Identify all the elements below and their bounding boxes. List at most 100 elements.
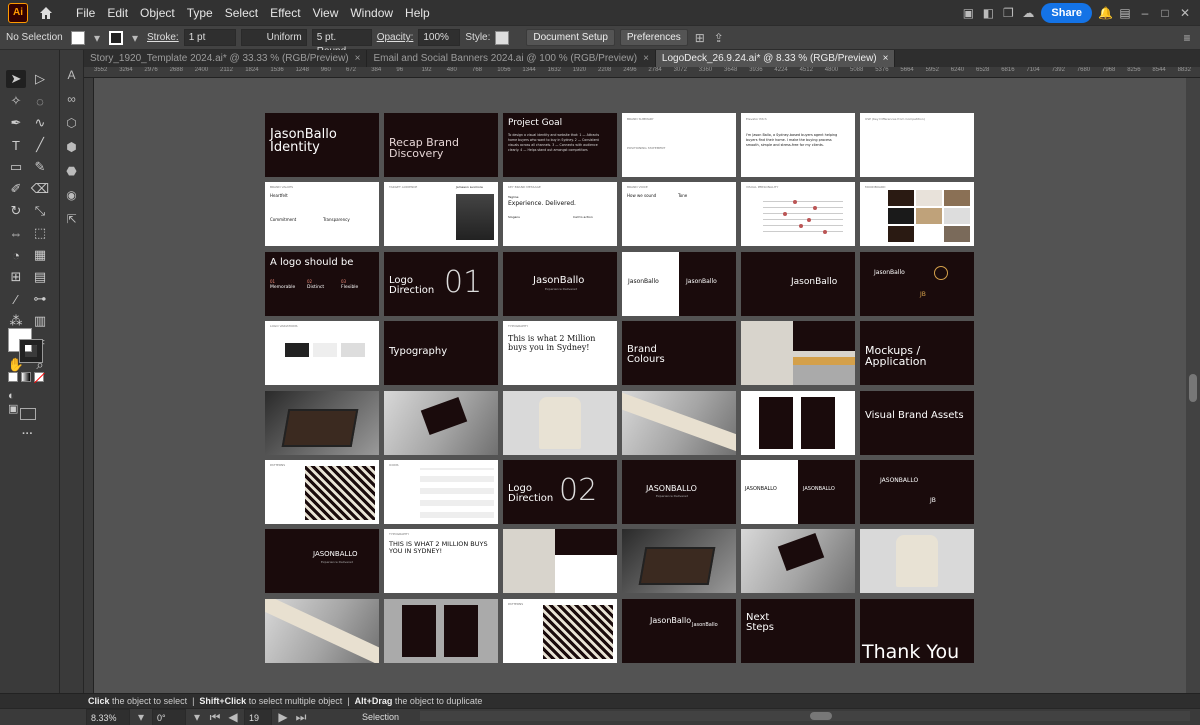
gradient-tool-icon[interactable]: ▤ [30, 268, 50, 286]
artboard-patterns[interactable]: PATTERNS [265, 459, 379, 524]
bell-icon[interactable]: 🔔 [1098, 6, 1113, 20]
artboard-patterns-2[interactable]: PATTERNS [503, 598, 617, 663]
menu-view[interactable]: View [307, 6, 345, 20]
direct-selection-tool-icon[interactable]: ▷ [30, 70, 50, 88]
tool-mode-label[interactable]: Selection [362, 712, 399, 722]
transform-panel-icon[interactable]: ◉ [66, 188, 76, 202]
artboard-mockups[interactable]: Mockups / Application [860, 321, 974, 386]
workspace-icon[interactable]: ▤ [1118, 6, 1132, 20]
artboard-logo-caps-lockup[interactable]: JASONBALLO Experience Delivered [265, 529, 379, 594]
artboard-logo-direction-01[interactable]: Logo Direction 01 [384, 251, 498, 316]
artboard-next-steps[interactable]: Next Steps [741, 598, 855, 663]
free-transform-tool-icon[interactable]: ⬚ [30, 224, 50, 242]
pen-tool-icon[interactable]: ✒ [6, 114, 26, 132]
appearance-panel-icon[interactable]: ⬣ [66, 164, 76, 178]
preferences-button[interactable]: Preferences [619, 29, 688, 46]
home-icon[interactable] [38, 5, 54, 21]
rotate-view-field[interactable]: 0° [152, 708, 186, 725]
share-button[interactable]: Share [1041, 2, 1092, 23]
artboard-colour-swatches[interactable] [503, 529, 617, 594]
chevron-down-icon[interactable]: ▾ [190, 710, 204, 724]
artboard-mockup-card-2[interactable] [741, 529, 855, 594]
panel-menu-icon[interactable]: ≡ [1180, 31, 1194, 45]
artboard-thank-you[interactable]: Thank You [860, 598, 974, 663]
document-setup-button[interactable]: Document Setup [526, 29, 615, 46]
pages-icon[interactable]: ❐ [1001, 6, 1015, 20]
artboard-target-audience[interactable]: TARGET AUDIENCE Jameson Luxmore [384, 182, 498, 247]
chevron-down-icon[interactable]: ▾ [134, 710, 148, 724]
export-panel-icon[interactable]: ⇱ [66, 212, 76, 226]
chevron-down-icon[interactable]: ▾ [90, 31, 104, 45]
line-tool-icon[interactable]: ╱ [30, 136, 50, 154]
none-icon[interactable] [34, 372, 45, 384]
maximize-icon[interactable]: □ [1158, 6, 1172, 20]
menu-help[interactable]: Help [399, 6, 436, 20]
opacity-label[interactable]: Opacity: [377, 32, 414, 43]
stroke-label[interactable]: Stroke: [147, 32, 179, 43]
artboard-logo-caps-light-dark[interactable]: JASONBALLO JASONBALLO [741, 459, 855, 524]
magic-wand-tool-icon[interactable]: ✧ [6, 92, 26, 110]
artboard-mockup-sweater-2[interactable] [860, 529, 974, 594]
artboard-logo-should-be[interactable]: A logo should be 01 02 03 Memorable Distinc… [265, 251, 379, 316]
arrange-icon[interactable]: ▣ [961, 6, 975, 20]
draw-mode-icon[interactable]: ◐ ▣ [8, 390, 28, 415]
shaper-tool-icon[interactable]: ✐ [6, 180, 26, 198]
artboard-brand-voice[interactable]: BRAND VOICE How we sound Tone [622, 182, 736, 247]
artboard-mockup-card[interactable] [384, 390, 498, 455]
artboard-mockup-tape[interactable] [622, 390, 736, 455]
curvature-tool-icon[interactable]: ∿ [30, 114, 50, 132]
eraser-tool-icon[interactable]: ⌫ [30, 180, 50, 198]
links-panel-icon[interactable]: ∞ [67, 92, 76, 106]
3d-panel-icon[interactable]: ⬡ [66, 116, 76, 130]
vertical-scrollbar[interactable] [1186, 78, 1200, 693]
artboard-identity[interactable]: JasonBallo Identity [265, 113, 379, 177]
perspective-grid-tool-icon[interactable]: ▦ [30, 246, 50, 264]
artboard-logo-caps-monogram[interactable]: JASONBALLO JB [860, 459, 974, 524]
menu-edit[interactable]: Edit [101, 6, 134, 20]
shape-builder-tool-icon[interactable]: ◔ [6, 246, 26, 264]
artboard-logo-jasonballo[interactable]: JasonBallo Experience Delivered [503, 251, 617, 316]
artboard-project-goal[interactable]: Project Goal To design a visual identity … [503, 113, 617, 177]
export-icon[interactable]: ⇪ [712, 31, 726, 45]
color-icon[interactable] [8, 372, 18, 382]
variable-width-profile[interactable]: Uniform [240, 29, 307, 46]
graphic-style-swatch[interactable] [495, 30, 510, 45]
lasso-tool-icon[interactable]: ◌ [30, 92, 50, 110]
rotate-tool-icon[interactable]: ↻ [6, 202, 26, 220]
artboard-mockup-laptop[interactable] [265, 390, 379, 455]
artboard-mockup-tape-2[interactable] [265, 598, 379, 663]
close-icon[interactable]: ✕ [1178, 6, 1192, 20]
character-panel-icon[interactable]: A [67, 68, 75, 82]
mesh-tool-icon[interactable]: ⊞ [6, 268, 26, 286]
width-tool-icon[interactable]: ⇔ [6, 224, 26, 242]
arrange-documents-icon[interactable]: ⊞ [693, 31, 707, 45]
artboard-usp[interactable]: USP (Key Differences from Competition) [860, 113, 974, 177]
menu-effect[interactable]: Effect [264, 6, 306, 20]
cloud-icon[interactable]: ☁ [1021, 6, 1035, 20]
tab-email-banners[interactable]: Email and Social Banners 2024.ai @ 100 %… [367, 50, 656, 67]
artboard-brand-values[interactable]: BRAND VALUES Heartfelt Commitment Transpare… [265, 182, 379, 247]
artboard-key-message[interactable]: KEY BRAND MESSAGE Tagline Experience. Deli… [503, 182, 617, 247]
rectangle-tool-icon[interactable]: ▭ [6, 158, 26, 176]
menu-window[interactable]: Window [344, 6, 399, 20]
next-artboard-icon[interactable]: ▶ [276, 710, 290, 724]
artboard-logo-sizes[interactable]: JasonBallo [741, 251, 855, 316]
artboard-logo-variations[interactable]: LOGO VARIATIONS [265, 321, 379, 386]
artboard-mockup-sweater[interactable] [503, 390, 617, 455]
close-tab-icon[interactable]: × [355, 50, 361, 67]
last-artboard-icon[interactable]: ⏭ [294, 710, 308, 724]
artboard-mockup-laptop-2[interactable] [622, 529, 736, 594]
artboard-logo-light-dark[interactable]: JasonBallo JasonBallo [622, 251, 736, 316]
artboard-type-sample[interactable]: TYPOGRAPHY This is what 2 Million buys yo… [503, 321, 617, 386]
artboard-visual-assets[interactable]: Visual Brand Assets [860, 390, 974, 455]
scale-tool-icon[interactable]: ⤡ [30, 202, 50, 220]
artboard-elevator-pitch[interactable]: Elevator Pitch I'm Jason Ballo, a Sydney-… [741, 113, 855, 177]
menu-select[interactable]: Select [219, 6, 264, 20]
stroke-swatch[interactable] [109, 30, 123, 45]
artboard-moodboard[interactable]: MOODBOARD [860, 182, 974, 247]
artboard-logo-direction-02[interactable]: Logo Direction 02 [503, 459, 617, 524]
gradient-icon[interactable] [21, 372, 31, 382]
menu-type[interactable]: Type [181, 6, 219, 20]
artboard-recap[interactable]: Recap Brand Discovery [384, 113, 498, 177]
minimize-icon[interactable]: – [1138, 6, 1152, 20]
